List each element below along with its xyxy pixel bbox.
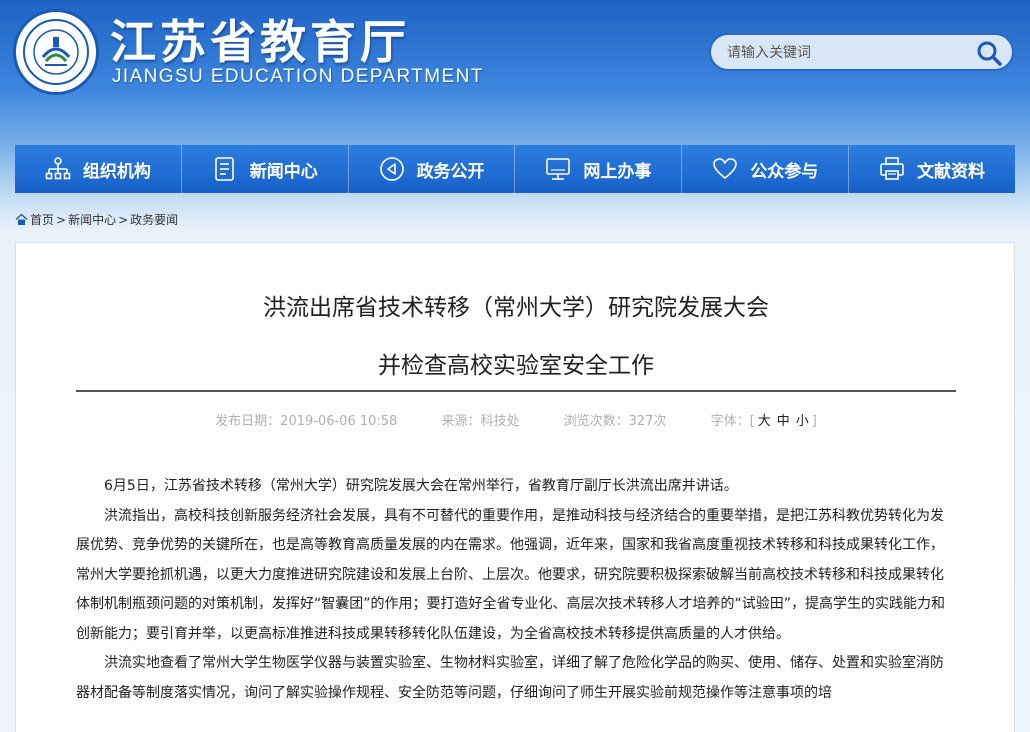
- breadcrumb-current[interactable]: 政务要闻: [130, 211, 178, 228]
- search-box: [709, 33, 1014, 71]
- printer-icon: [880, 157, 904, 180]
- nav-label: 网上办事: [583, 161, 652, 182]
- breadcrumb-home-link[interactable]: 首页: [30, 211, 54, 228]
- nav-item-news[interactable]: 新闻中心: [182, 145, 349, 193]
- nav-item-government-affairs[interactable]: 政务公开: [349, 145, 516, 193]
- article-paragraph: 洪流实地查看了常州大学生物医学仪器与装置实验室、生物材料实验室，详细了解了危险化…: [76, 655, 944, 701]
- education-department-logo[interactable]: [13, 9, 99, 95]
- search-input[interactable]: [727, 43, 967, 63]
- view-count: 浏览次数：327次: [563, 414, 667, 429]
- breadcrumb-separator: >: [118, 212, 129, 227]
- font-large-button[interactable]: 大: [758, 414, 771, 429]
- nav-label: 组织机构: [82, 161, 151, 182]
- article-title-line-2: 并检查高校实验室安全工作: [378, 353, 654, 379]
- monitor-icon: [546, 158, 571, 180]
- font-bracket-close: ]: [811, 414, 817, 429]
- title-divider: [76, 390, 956, 392]
- nav-item-public-participation[interactable]: 公众参与: [682, 145, 850, 193]
- document-icon: [214, 157, 234, 181]
- article-panel: 洪流出席省技术转移（常州大学）研究院发展大会 并检查高校实验室安全工作 发布日期…: [15, 242, 1015, 732]
- article-paragraph: 6月5日，江苏省技术转移（常州大学）研究院发展大会在常州举行，省教育厅副厅长洪流…: [104, 478, 738, 494]
- breadcrumb: 首页 > 新闻中心 > 政务要闻: [15, 211, 178, 228]
- speaker-icon: [379, 157, 404, 181]
- font-medium-button[interactable]: 中: [777, 414, 790, 429]
- nav-item-documents[interactable]: 文献资料: [849, 145, 1015, 193]
- article-meta: 发布日期：2019-06-06 10:58 来源：科技处 浏览次数：327次 字…: [16, 410, 1016, 429]
- article-source: 来源：科技处: [441, 414, 520, 429]
- breadcrumb-news-link[interactable]: 新闻中心: [68, 211, 116, 228]
- site-header: 江苏省教育厅 JIANGSU EDUCATION DEPARTMENT: [0, 0, 1030, 140]
- nav-item-organization[interactable]: 组织机构: [15, 145, 182, 193]
- logo-inner-ring: [23, 19, 89, 85]
- font-small-button[interactable]: 小: [796, 414, 809, 429]
- logo-emblem-icon: [33, 29, 79, 75]
- site-subtitle: JIANGSU EDUCATION DEPARTMENT: [112, 66, 484, 87]
- font-size-control: 字体：[大中小]: [711, 414, 817, 429]
- nav-label: 新闻中心: [249, 161, 318, 182]
- publish-date: 发布日期：2019-06-06 10:58: [215, 414, 398, 429]
- search-icon[interactable]: [976, 40, 1002, 66]
- home-icon: [15, 213, 28, 225]
- nav-label: 文献资料: [917, 161, 986, 182]
- site-title: 江苏省教育厅: [110, 15, 410, 69]
- breadcrumb-separator: >: [56, 212, 67, 227]
- nav-label: 公众参与: [750, 161, 819, 182]
- main-nav: 组织机构 新闻中心 政务公开 网上办事 公众参与 文献资料: [15, 145, 1015, 193]
- article-paragraph: 洪流指出，高校科技创新服务经济社会发展，具有不可替代的重要作用，是推动科技与经济…: [76, 507, 946, 642]
- font-bracket-open: [: [749, 414, 755, 429]
- article-title-line-1: 洪流出席省技术转移（常州大学）研究院发展大会: [263, 295, 769, 321]
- font-size-label: 字体：: [710, 414, 750, 429]
- article-body: 6月5日，江苏省技术转移（常州大学）研究院发展大会在常州举行，省教育厅副厅长洪流…: [76, 472, 956, 708]
- heart-icon: [713, 158, 738, 179]
- nav-label: 政务公开: [416, 161, 485, 182]
- org-chart-icon: [45, 157, 71, 180]
- nav-item-online-services[interactable]: 网上办事: [515, 145, 683, 193]
